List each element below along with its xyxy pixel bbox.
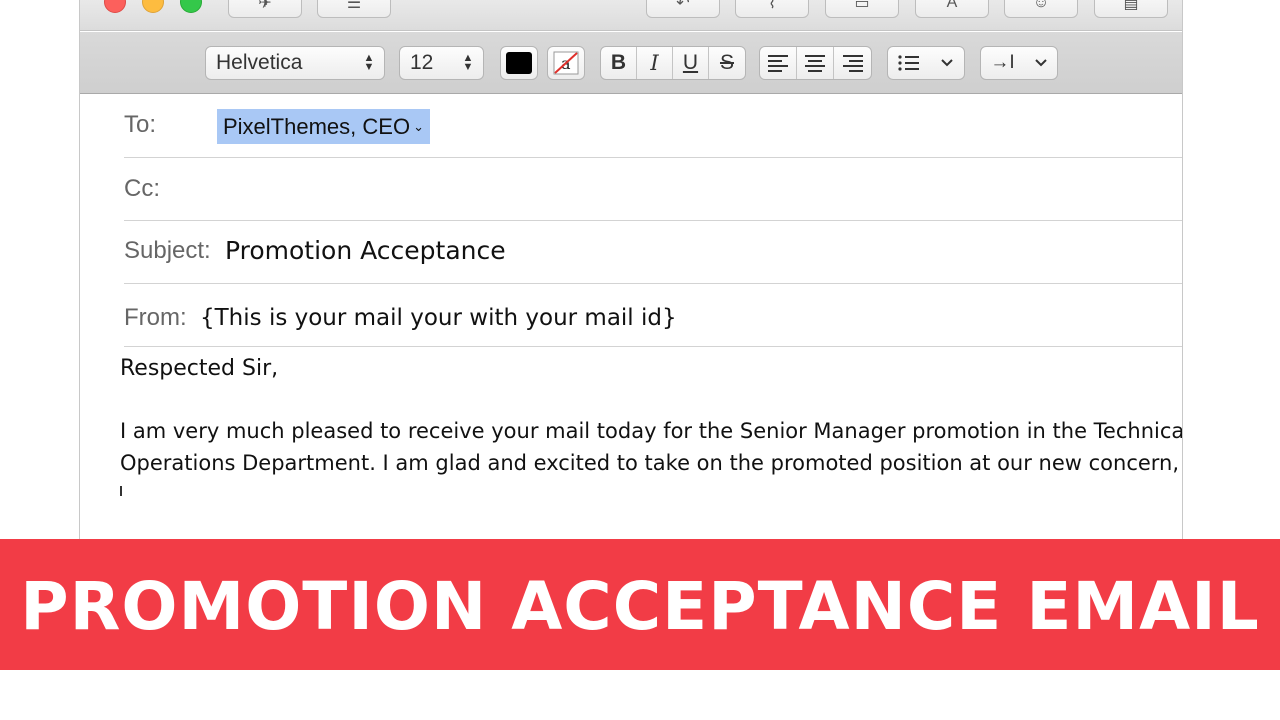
- body-greeting: Respected Sir,: [120, 356, 279, 381]
- subject-label: Subject:: [124, 237, 211, 264]
- style-segment: B I U S: [600, 46, 746, 80]
- to-label: To:: [124, 111, 157, 138]
- from-value: {This is your mail your with your mail i…: [200, 305, 677, 331]
- bulleted-list-icon: [898, 55, 919, 71]
- alignment-segment: [759, 46, 872, 80]
- header-fields-button[interactable]: ☰: [317, 0, 391, 18]
- subject-value: Promotion Acceptance: [225, 236, 506, 265]
- reply-icon: ↶: [676, 0, 690, 12]
- text-cursor: [120, 486, 122, 496]
- subject-field[interactable]: Subject: Promotion Acceptance: [124, 221, 1182, 284]
- attach-button[interactable]: ⌇: [735, 0, 809, 18]
- emoji-button[interactable]: ☺: [1004, 0, 1078, 18]
- text-color-button[interactable]: [500, 46, 538, 80]
- indent-select[interactable]: →I: [980, 46, 1058, 80]
- align-left-icon: [768, 55, 788, 72]
- minimize-window-button[interactable]: [142, 0, 164, 13]
- close-window-button[interactable]: [104, 0, 126, 13]
- font-family-value: Helvetica: [216, 51, 303, 74]
- chevron-down-icon: [941, 59, 953, 67]
- from-label: From:: [124, 304, 187, 331]
- send-button[interactable]: ✈: [228, 0, 302, 18]
- align-right-icon: [842, 55, 863, 72]
- align-left-button[interactable]: [760, 47, 797, 79]
- to-field: To: PixelThemes, CEO ⌄: [124, 95, 1182, 158]
- font-icon: A: [946, 0, 958, 11]
- chevron-down-icon: ⌄: [413, 118, 424, 134]
- list-icon: ☰: [346, 0, 362, 12]
- title-bar: ✈ ☰ ↶ ⌇ ▭ A ☺ ▤: [80, 0, 1182, 31]
- align-center-button[interactable]: [797, 47, 834, 79]
- cc-label: Cc:: [124, 175, 160, 202]
- background-color-button[interactable]: a: [547, 46, 585, 80]
- align-right-button[interactable]: [834, 47, 871, 79]
- zoom-window-button[interactable]: [180, 0, 202, 13]
- indent-icon: →I: [990, 52, 1015, 73]
- format-bar: Helvetica ▲▼ 12 ▲▼ a B I U S: [80, 32, 1182, 94]
- strikethrough-button[interactable]: S: [709, 47, 745, 79]
- send-icon: ✈: [258, 0, 272, 12]
- chevron-down-icon: [1034, 59, 1047, 67]
- reply-button[interactable]: ↶: [646, 0, 720, 18]
- updown-chevron-icon: ▲ ▼: [363, 52, 375, 73]
- body-line-2: Operations Department. I am glad and exc…: [120, 451, 1180, 475]
- text-color-swatch: [506, 52, 532, 74]
- font-size-value: 12: [410, 51, 434, 74]
- background-color-none-icon: a: [553, 51, 579, 75]
- recipient-name: PixelThemes, CEO: [223, 113, 411, 139]
- recipient-token[interactable]: PixelThemes, CEO ⌄: [217, 109, 430, 144]
- updown-chevron-icon: ▲ ▼: [462, 52, 474, 73]
- bold-button[interactable]: B: [601, 47, 637, 79]
- photo-icon: ▭: [854, 0, 870, 12]
- body-line-1: I am very much pleased to receive your m…: [120, 419, 1183, 443]
- stationery-icon: ▤: [1123, 0, 1139, 12]
- photo-browser-button[interactable]: ▭: [825, 0, 899, 18]
- mail-compose-window: ✈ ☰ ↶ ⌇ ▭ A ☺ ▤ Helvetica ▲ ▼ 12 ▲ ▼ B I…: [79, 0, 1183, 540]
- from-field[interactable]: From: {This is your mail your with your …: [124, 284, 1182, 347]
- title-banner: PROMOTION ACCEPTANCE EMAIL: [0, 539, 1280, 670]
- paperclip-icon: ⌇: [768, 0, 776, 12]
- emoji-icon: ☺: [1032, 0, 1050, 11]
- font-family-select[interactable]: Helvetica ▲ ▼: [205, 46, 385, 80]
- font-size-select[interactable]: 12 ▲ ▼: [399, 46, 484, 80]
- show-fonts-button[interactable]: A: [915, 0, 989, 18]
- italic-button[interactable]: I: [637, 47, 673, 79]
- align-center-icon: [805, 55, 825, 72]
- stationery-button[interactable]: ▤: [1094, 0, 1168, 18]
- underline-button[interactable]: U: [673, 47, 709, 79]
- cc-field[interactable]: Cc:: [124, 158, 1182, 221]
- list-style-select[interactable]: [887, 46, 965, 80]
- banner-title: PROMOTION ACCEPTANCE EMAIL: [20, 568, 1260, 645]
